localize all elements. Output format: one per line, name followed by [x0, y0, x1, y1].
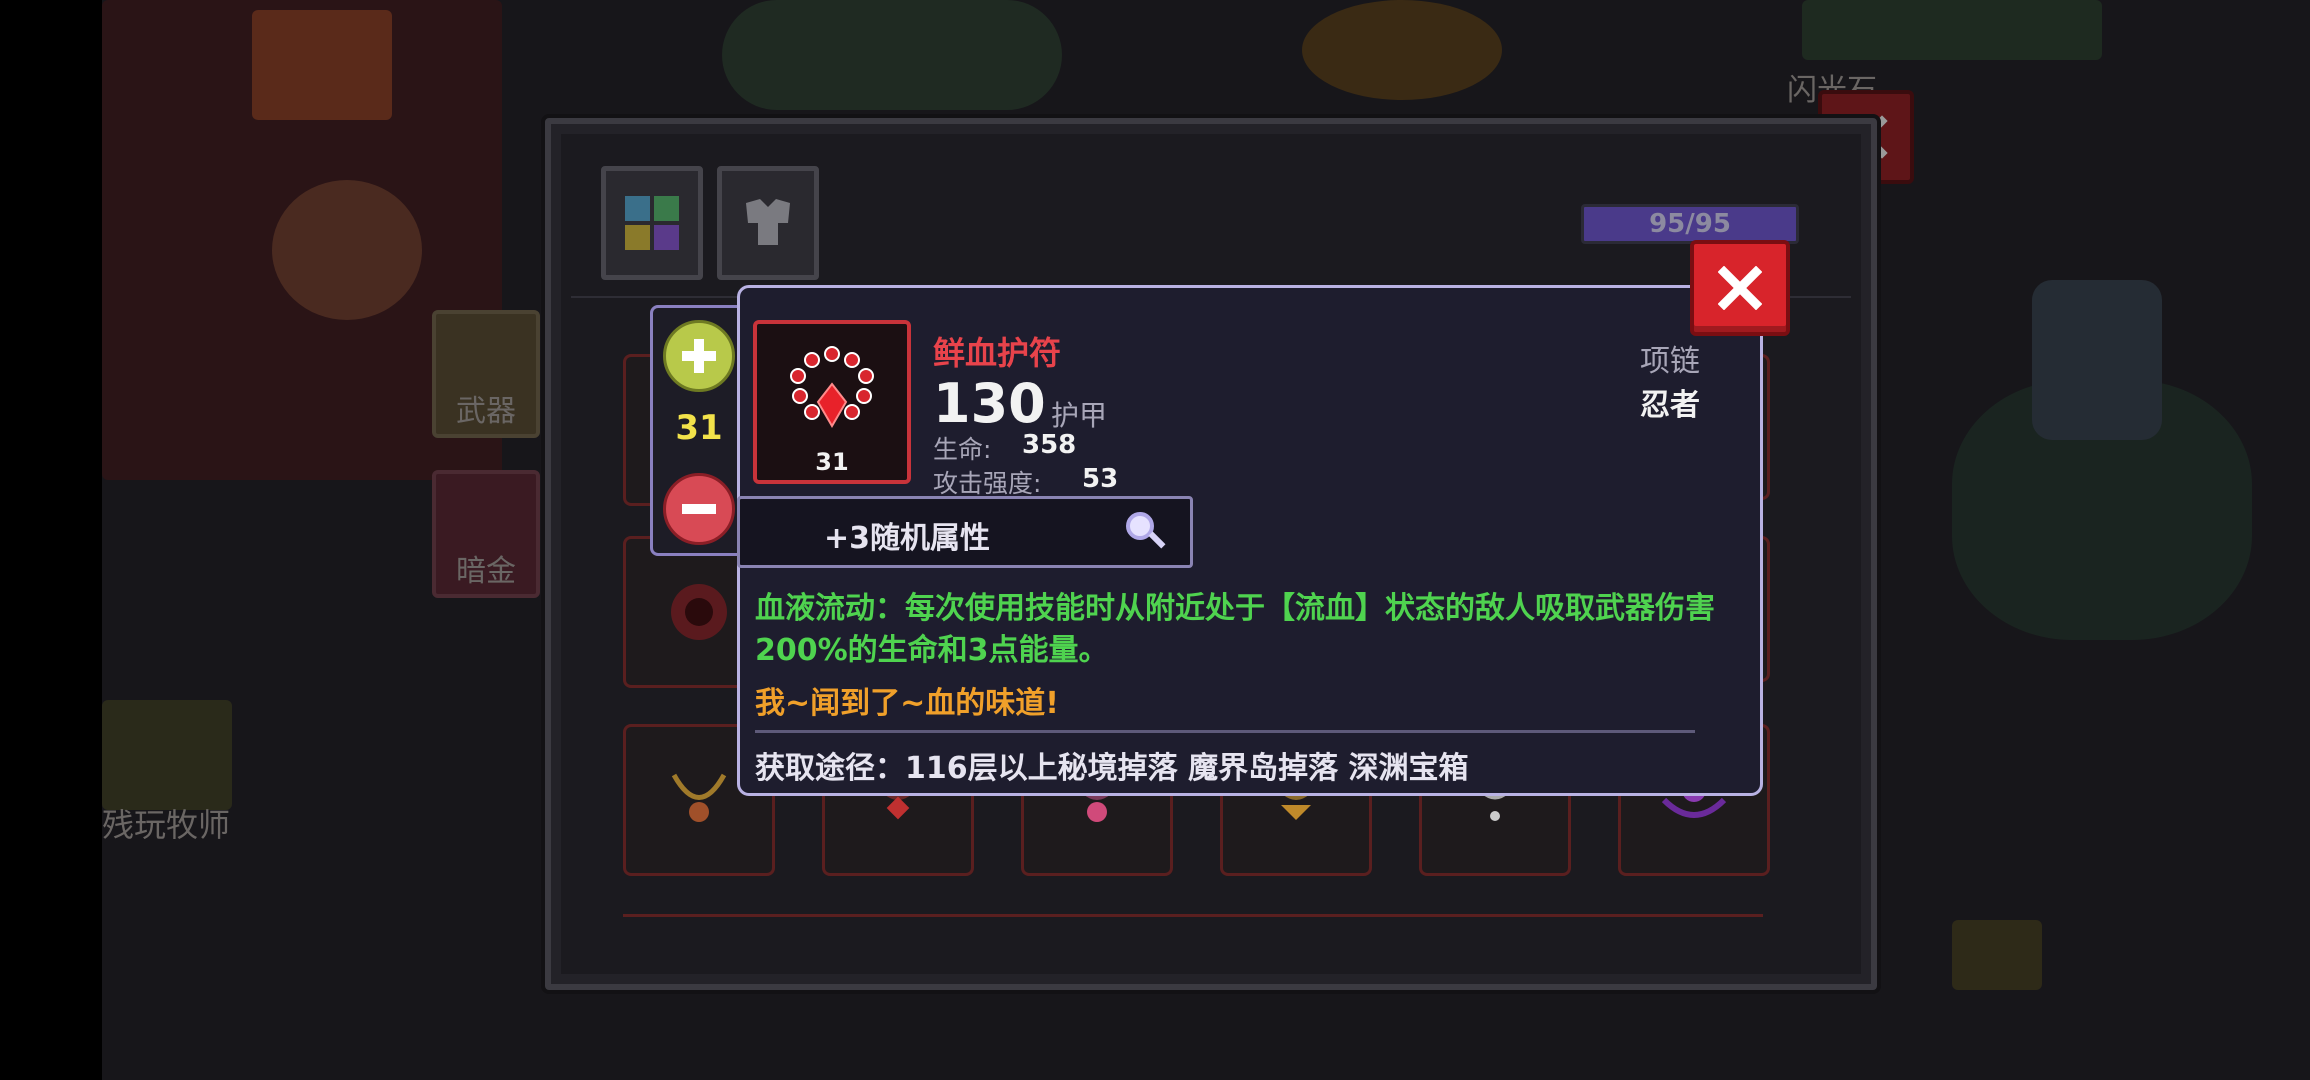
stat-life-label: 生命:	[933, 435, 992, 464]
armor-value: 130	[933, 372, 1046, 435]
skill-description: 血液流动：每次使用技能时从附近处于【流血】状态的敌人吸取武器伤害200%的生命和…	[755, 591, 1715, 668]
weapon-tab[interactable]: 武器	[432, 310, 540, 438]
item-name: 鲜血护符	[933, 334, 1062, 372]
source-text: 获取途径：116层以上秘境掉落 魔界岛掉落 深渊宝箱	[755, 751, 1469, 786]
blood-amulet-icon	[790, 346, 874, 428]
inventory-tab[interactable]	[601, 166, 703, 280]
tree-decoration	[722, 0, 1062, 110]
armor-label: 护甲	[1051, 399, 1108, 432]
plus-icon	[682, 339, 716, 373]
close-icon	[1718, 266, 1762, 310]
item-category: 项链	[1640, 344, 1700, 379]
armor-icon	[746, 199, 790, 245]
weapon-tab-label: 武器	[456, 394, 516, 429]
increase-button[interactable]	[663, 320, 735, 392]
necklace-icon	[671, 773, 727, 822]
quantity-value: 31	[675, 408, 723, 448]
energy-bar: 95/95	[1581, 204, 1799, 244]
tooltip-close-button[interactable]	[1690, 240, 1790, 336]
wheel-decoration	[272, 180, 422, 320]
stat-attack-value: 53	[1082, 464, 1119, 494]
item-class: 忍者	[1640, 388, 1700, 423]
npc-ninja[interactable]	[2032, 280, 2162, 440]
flavor-text: 我~闻到了~血的味道!	[755, 686, 1059, 721]
lantern-decoration	[252, 10, 392, 120]
player-character[interactable]	[102, 700, 232, 810]
random-attribute-text: +3随机属性	[824, 521, 991, 556]
item-icon-box: 31	[753, 320, 911, 484]
item-level: 31	[815, 448, 849, 476]
dark-gold-tab[interactable]: 暗金	[432, 470, 540, 598]
minus-icon	[682, 504, 716, 514]
player-name: 残玩牧师	[102, 806, 231, 844]
magnifier-icon[interactable]	[1123, 509, 1169, 555]
crown-icon[interactable]	[1952, 920, 2042, 990]
decrease-button[interactable]	[663, 473, 735, 545]
grid-icon	[625, 196, 679, 250]
dark-gold-tab-label: 暗金	[456, 554, 516, 589]
next-row-slots	[623, 914, 1763, 931]
random-attribute-bar[interactable]: +3随机属性	[737, 496, 1193, 568]
equipment-tab[interactable]	[717, 166, 819, 280]
tooltip-divider	[755, 730, 1695, 733]
home-portal-icon	[1302, 0, 1502, 100]
stat-attack-label: 攻击强度:	[933, 469, 1042, 498]
dark-orb-icon	[671, 584, 727, 640]
top-right-decoration	[1802, 0, 2102, 60]
stat-life-value: 358	[1022, 430, 1077, 460]
quantity-control: 31	[650, 305, 748, 556]
energy-text: 95/95	[1649, 209, 1731, 239]
